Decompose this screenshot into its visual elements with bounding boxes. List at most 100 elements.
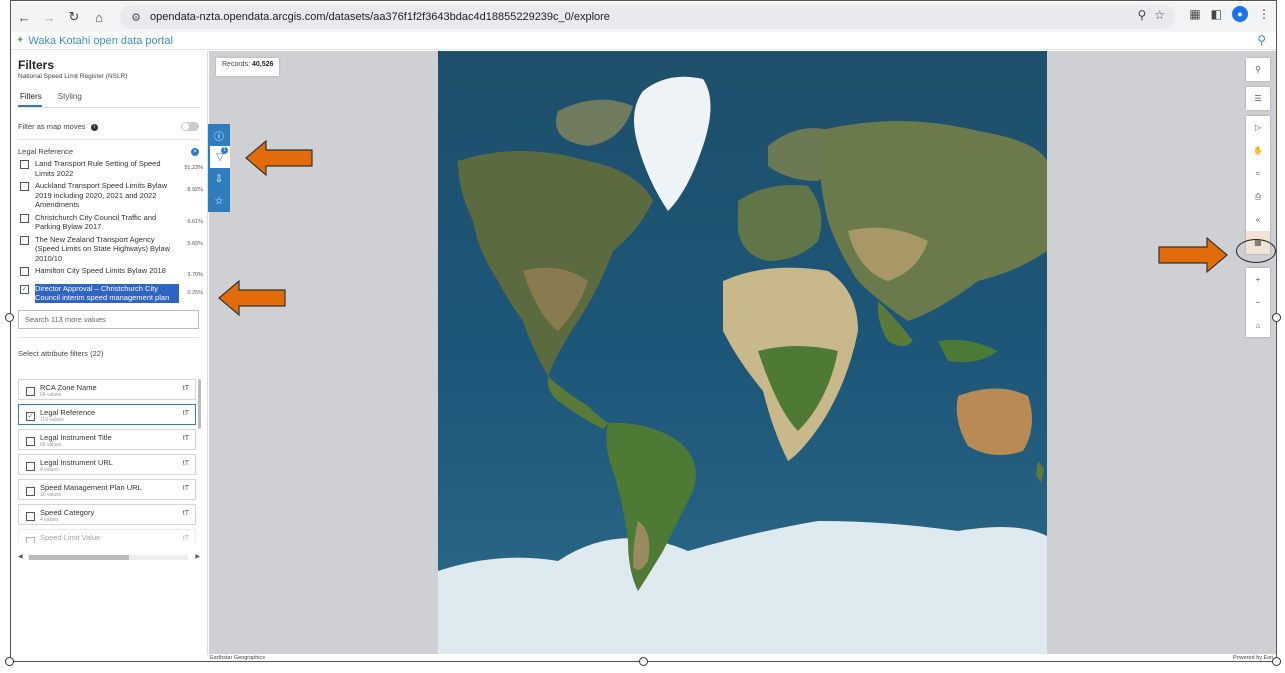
vertical-scrollbar[interactable] bbox=[198, 379, 201, 429]
home-icon[interactable]: ⌂ bbox=[1246, 314, 1270, 337]
legal-option[interactable]: Hamilton City Speed Limits Bylaw 2018 3.… bbox=[20, 266, 203, 281]
legal-option-label[interactable]: Hamilton City Speed Limits Bylaw 2018 bbox=[35, 266, 179, 276]
legal-option-label[interactable]: Christchurch City Council Traffic and Pa… bbox=[35, 213, 179, 232]
legal-reference-title: Legal Reference bbox=[18, 147, 74, 156]
forward-icon[interactable]: → bbox=[38, 6, 60, 28]
panel-title: Filters bbox=[18, 58, 55, 72]
checkbox[interactable] bbox=[20, 267, 29, 276]
portal-logo-icon[interactable]: ✦ bbox=[16, 35, 24, 46]
checkbox[interactable] bbox=[26, 512, 35, 521]
tab-filters[interactable]: Filters bbox=[18, 92, 42, 107]
menu-icon[interactable]: ⋮ bbox=[1258, 7, 1270, 21]
map-tools-top: ⚲ bbox=[1246, 58, 1270, 81]
legal-option-pct: 51.23% bbox=[184, 165, 203, 171]
filter-count-badge: 1 bbox=[221, 147, 228, 154]
legal-option[interactable]: Land Transport Rule Setting of Speed Lim… bbox=[20, 159, 203, 178]
info-icon[interactable]: ⓘ bbox=[208, 124, 230, 146]
attribute-filter-item[interactable]: ✓ Legal Reference 119 values tT bbox=[18, 404, 196, 425]
attribute-name: Speed Category bbox=[40, 508, 95, 517]
portal-search-icon[interactable]: ⚲ bbox=[1257, 33, 1266, 47]
sidepanel-icon[interactable]: ◧ bbox=[1211, 7, 1222, 21]
records-value: 40,526 bbox=[251, 61, 274, 68]
search-values-input[interactable]: Search 113 more values bbox=[18, 309, 199, 329]
legal-option-selected[interactable]: ✓ Director Approval – Christchurch City … bbox=[20, 283, 203, 303]
checkbox-checked[interactable]: ✓ bbox=[20, 284, 29, 294]
filter-icon[interactable]: ▽ 1 bbox=[208, 146, 230, 168]
world-map-imagery[interactable] bbox=[438, 51, 1047, 654]
search-icon[interactable]: ⚲ bbox=[1246, 58, 1270, 81]
portal-title[interactable]: Waka Kotahi open data portal bbox=[28, 35, 173, 47]
attribute-filter-item[interactable]: Speed Management Plan URL 10 values tT bbox=[18, 479, 196, 500]
zoom-out-icon[interactable]: − bbox=[1246, 291, 1270, 314]
checkbox[interactable] bbox=[26, 487, 35, 496]
download-icon[interactable]: ⇩ bbox=[208, 168, 230, 190]
select-icon[interactable]: ▷ bbox=[1246, 116, 1270, 139]
home-icon[interactable]: ⌂ bbox=[88, 6, 110, 28]
collapse-icon[interactable]: « bbox=[1246, 208, 1270, 231]
attribute-filter-item[interactable]: RCA Zone Name 68 values tT bbox=[18, 379, 196, 400]
divider bbox=[18, 139, 199, 140]
legal-option-label[interactable]: Director Approval – Christchurch City Co… bbox=[35, 283, 179, 303]
site-settings-icon[interactable]: ⚙ bbox=[126, 11, 146, 24]
tab-styling[interactable]: Styling bbox=[56, 92, 82, 107]
address-bar[interactable]: ⚙ opendata-nzta.opendata.arcgis.com/data… bbox=[120, 5, 1175, 29]
url-text[interactable]: opendata-nzta.opendata.arcgis.com/datase… bbox=[150, 11, 610, 23]
resize-handle[interactable] bbox=[5, 657, 14, 666]
records-label: Records: bbox=[222, 61, 251, 68]
legal-option-label[interactable]: Land Transport Rule Setting of Speed Lim… bbox=[35, 159, 179, 178]
checkbox[interactable] bbox=[26, 387, 35, 396]
pan-icon[interactable]: ✋ bbox=[1246, 139, 1270, 162]
star-icon[interactable]: ☆ bbox=[208, 190, 230, 212]
horizontal-scrollbar[interactable]: ◀ ▶ bbox=[18, 553, 200, 560]
filter-panel: Filters National Speed Limit Register (N… bbox=[10, 51, 208, 655]
annotation-arrow-right bbox=[1158, 236, 1228, 274]
legal-option[interactable]: Auckland Transport Speed Limits Bylaw 20… bbox=[20, 181, 203, 210]
legal-option[interactable]: The New Zealand Transport Agency (Speed … bbox=[20, 235, 203, 264]
resize-handle[interactable] bbox=[5, 313, 14, 322]
attribute-filter-list[interactable]: RCA Zone Name 68 values tT ✓ Legal Refer… bbox=[18, 379, 204, 543]
filter-as-map-moves-toggle[interactable] bbox=[181, 122, 199, 131]
checkbox[interactable] bbox=[20, 213, 29, 223]
profile-icon[interactable]: ● bbox=[1232, 6, 1248, 22]
checkbox[interactable] bbox=[26, 437, 35, 446]
reload-icon[interactable]: ↻ bbox=[63, 6, 85, 28]
attribution-right[interactable]: Powered by Esri bbox=[1233, 655, 1273, 661]
attribute-filter-item[interactable]: Speed Limit Value tT bbox=[18, 529, 196, 543]
checkbox[interactable] bbox=[26, 537, 35, 543]
checkbox[interactable] bbox=[20, 235, 29, 245]
star-icon[interactable]: ☆ bbox=[1154, 8, 1165, 22]
scroll-thumb[interactable] bbox=[29, 555, 129, 560]
resize-handle[interactable] bbox=[1272, 657, 1281, 666]
attribute-count: 119 values bbox=[40, 417, 64, 423]
attribute-count: 4 values bbox=[40, 467, 59, 473]
portal-header: ✦ Waka Kotahi open data portal ⚲ bbox=[10, 32, 1276, 50]
attribute-name: Legal Instrument URL bbox=[40, 458, 113, 467]
attribute-filter-item[interactable]: Legal Instrument URL 4 values tT bbox=[18, 454, 196, 475]
resize-handle[interactable] bbox=[1272, 313, 1281, 322]
attribute-filters-title: Select attribute filters (22) bbox=[18, 348, 104, 358]
checkbox-checked[interactable]: ✓ bbox=[26, 412, 35, 421]
checkbox[interactable] bbox=[20, 182, 29, 191]
info-icon[interactable]: i bbox=[90, 123, 98, 131]
back-icon[interactable]: ← bbox=[13, 6, 35, 28]
checkbox[interactable] bbox=[26, 462, 35, 471]
legend-icon[interactable]: ☰ bbox=[1246, 87, 1270, 110]
attribute-filter-item[interactable]: Speed Category 4 values tT bbox=[18, 504, 196, 525]
text-type-icon: tT bbox=[182, 435, 189, 442]
text-type-icon: tT bbox=[182, 510, 189, 517]
annotation-arrow-left bbox=[218, 279, 286, 317]
legal-option[interactable]: Christchurch City Council Traffic and Pa… bbox=[20, 213, 203, 232]
resize-handle[interactable] bbox=[639, 657, 648, 666]
clear-filter-icon[interactable]: × bbox=[191, 147, 199, 156]
print-icon[interactable]: ⎙ bbox=[1246, 185, 1270, 208]
extensions-icon[interactable]: ▦ bbox=[1189, 7, 1200, 21]
attribute-filter-item[interactable]: Legal Instrument Title 66 values tT bbox=[18, 429, 196, 450]
zoom-in-icon[interactable]: + bbox=[1246, 268, 1270, 291]
legal-option-label[interactable]: Auckland Transport Speed Limits Bylaw 20… bbox=[35, 181, 179, 210]
checkbox[interactable] bbox=[20, 160, 29, 169]
scroll-left-icon[interactable]: ◀ bbox=[18, 553, 23, 560]
scroll-right-icon[interactable]: ▶ bbox=[195, 553, 200, 560]
measure-icon[interactable]: ≈ bbox=[1246, 162, 1270, 185]
legal-option-label[interactable]: The New Zealand Transport Agency (Speed … bbox=[35, 235, 179, 264]
zoom-icon[interactable]: ⚲ bbox=[1137, 8, 1146, 22]
